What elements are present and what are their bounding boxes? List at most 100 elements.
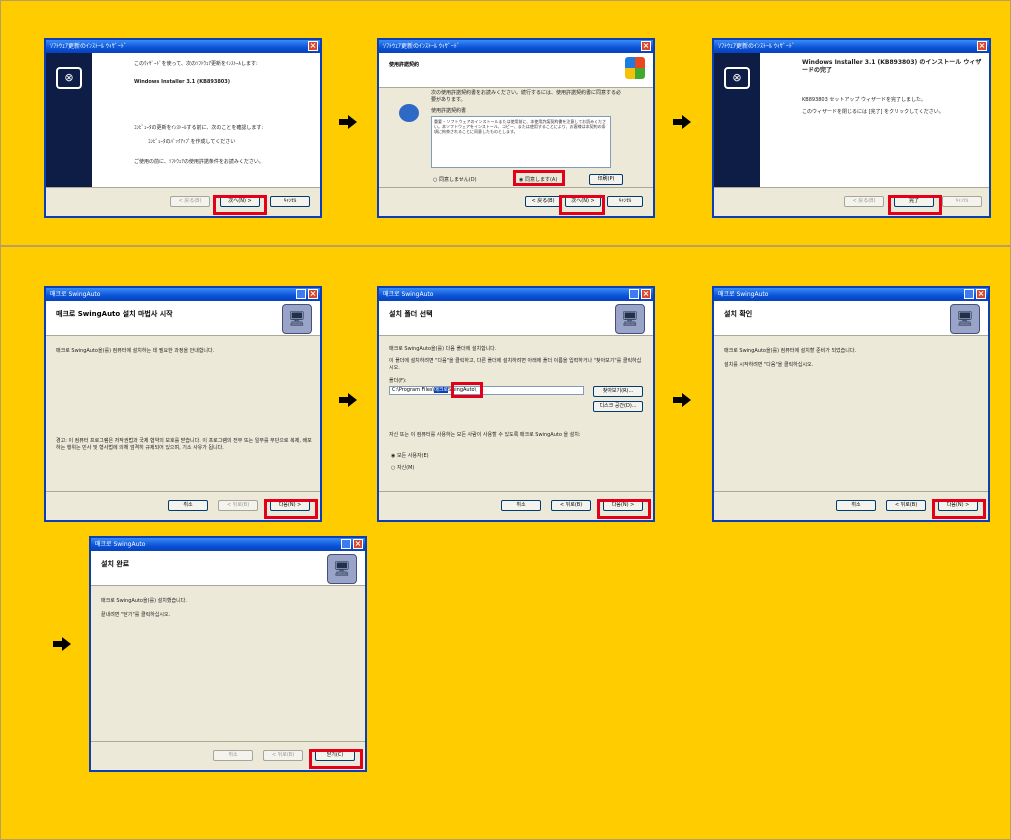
license-note: ご使用の前に、ｿﾌﾄｳｪｱの使用許諾条件をお読みください。 [134, 159, 264, 165]
back-button[interactable]: < 뒤로(B) [551, 500, 591, 511]
window-title: 매크로 SwingAuto [50, 291, 101, 298]
close-icon[interactable]: × [308, 41, 318, 51]
complete-line-2: 끝내려면 "닫기"를 클릭하십시오. [101, 612, 171, 618]
install-for-users-text: 자신 또는 이 컴퓨터를 사용하는 모든 사람이 사용할 수 있도록 매크로 S… [389, 432, 581, 438]
finish-button[interactable]: 完了 [894, 196, 934, 207]
minimize-icon[interactable] [296, 289, 306, 299]
title-bar: ｿﾌﾄｳｪｱ更新のｲﾝｽﾄｰﾙ ｳｨｻﾞｰﾄﾞ [714, 40, 989, 53]
wizard-content: Windows Installer 3.1 (KB893803) のインストール… [760, 53, 989, 188]
window-title: 매크로 SwingAuto [383, 291, 434, 298]
setup-computer-icon: 🖥 [327, 554, 357, 584]
copyright-warning: 경고: 이 컴퓨터 프로그램은 저작권법과 국제 협약의 보호를 받습니다. 이… [56, 438, 312, 451]
next-button[interactable]: 다음(N) > [270, 500, 310, 511]
installer-complete-dialog: ｿﾌﾄｳｪｱ更新のｲﾝｽﾄｰﾙ ｳｨｻﾞｰﾄﾞ × ⊗ Windows Inst… [712, 38, 991, 218]
just-me-radio[interactable]: ○ 자신(M) [391, 464, 414, 471]
print-button[interactable]: 印刷(P) [589, 174, 623, 185]
folder-label: 폴더(F): [389, 378, 407, 384]
next-step-arrow-icon [339, 115, 357, 129]
back-button[interactable]: < 戻る(B) [525, 196, 561, 207]
dialog-header: 설치 폴더 선택 🖥 [379, 301, 653, 336]
next-button[interactable]: 다음(N) > [938, 500, 978, 511]
close-icon[interactable]: × [308, 289, 318, 299]
swingauto-setup-steps-panel: 매크로 SwingAuto × 매크로 SwingAuto 설치 마법사 시작 … [0, 246, 1011, 840]
minimize-icon[interactable] [629, 289, 639, 299]
wizard-side-banner: ⊗ [46, 53, 92, 188]
button-row: < 戻る(B) 完了 ｷｬﾝｾﾙ [714, 187, 989, 216]
disk-cost-button[interactable]: 디스크 공간(D)... [593, 401, 643, 412]
installer-logo-icon: ⊗ [724, 67, 750, 89]
folder-path-prefix: C:\Program Files\ [392, 387, 435, 393]
setup-computer-icon: 🖥 [615, 304, 645, 334]
close-icon[interactable]: × [641, 289, 651, 299]
everyone-radio[interactable]: ◉ 모든 사용자(E) [391, 452, 429, 459]
cancel-button[interactable]: ｷｬﾝｾﾙ [607, 196, 643, 207]
close-icon[interactable]: × [353, 539, 363, 549]
setup-computer-icon: 🖥 [282, 304, 312, 334]
back-button[interactable]: < 뒤로(B) [886, 500, 926, 511]
cancel-button[interactable]: 취소 [501, 500, 541, 511]
back-button[interactable]: < 뒤로(B) [218, 500, 258, 511]
windows-installer-steps-panel: ｿﾌﾄｳｪｱ更新のｲﾝｽﾄｰﾙ ｳｨｻﾞｰﾄﾞ × ⊗ このｳｨｻﾞｰﾄﾞを使っ… [0, 0, 1011, 246]
minimize-icon[interactable] [341, 539, 351, 549]
wizard-side-banner: ⊗ [714, 53, 760, 188]
next-button[interactable]: 次へ(N) > [220, 196, 260, 207]
dialog-header: 설치 확인 🖥 [714, 301, 988, 336]
title-bar: 매크로 SwingAuto [91, 538, 365, 551]
cancel-button[interactable]: 취소 [168, 500, 208, 511]
completion-heading: Windows Installer 3.1 (KB893803) のインストール… [802, 59, 982, 74]
complete-line-1: 매크로 SwingAuto을(를) 설치했습니다. [101, 598, 187, 604]
windows-flag-icon [625, 57, 645, 79]
folder-path-input[interactable]: C:\Program Files\매크로SwingAuto\ [389, 386, 584, 395]
window-title: ｿﾌﾄｳｪｱ更新のｲﾝｽﾄｰﾙ ｳｨｻﾞｰﾄﾞ [383, 43, 460, 50]
wizard-content: このｳｨｻﾞｰﾄﾞを使って、次のｿﾌﾄｳｪｱ更新をｲﾝｽﾄｰﾙします: Wind… [92, 53, 320, 188]
browse-button[interactable]: 찾아보기(R)... [593, 386, 643, 397]
setup-computer-icon: 🖥 [950, 304, 980, 334]
minimize-icon[interactable] [964, 289, 974, 299]
close-icon[interactable]: × [641, 41, 651, 51]
license-text-box[interactable]: 重要 – ソフトウェアのインストールまたは使用前に、本使用許諾契約書を注意してお… [431, 116, 611, 168]
completion-line-1: KB893803 セットアップ ウィザードを完了しました。 [802, 97, 926, 103]
cancel-button[interactable]: ｷｬﾝｾﾙ [942, 196, 982, 207]
next-button[interactable]: 다음(N) > [603, 500, 643, 511]
close-icon[interactable]: × [977, 41, 987, 51]
back-button[interactable]: < 뒤로(B) [263, 750, 303, 761]
installer-welcome-dialog: ｿﾌﾄｳｪｱ更新のｲﾝｽﾄｰﾙ ｳｨｻﾞｰﾄﾞ × ⊗ このｳｨｻﾞｰﾄﾞを使っ… [44, 38, 322, 218]
cancel-button[interactable]: 취소 [836, 500, 876, 511]
window-title: ｿﾌﾄｳｪｱ更新のｲﾝｽﾄｰﾙ ｳｨｻﾞｰﾄﾞ [50, 43, 127, 50]
next-step-arrow-icon [53, 637, 71, 651]
dialog-header: 使用許諾契約 [379, 53, 653, 88]
product-name: Windows Installer 3.1 (KB893803) [134, 79, 231, 85]
header-title: 설치 폴더 선택 [389, 310, 433, 318]
license-box-title: 使用許諾契約書 [431, 108, 467, 114]
dialog-header: 설치 완료 🖥 [91, 551, 365, 586]
window-title: 매크로 SwingAuto [718, 291, 769, 298]
back-button[interactable]: < 戻る(B) [844, 196, 884, 207]
install-complete-dialog: 매크로 SwingAuto × 설치 완료 🖥 매크로 SwingAuto을(를… [89, 536, 367, 772]
close-button[interactable]: 닫기(C) [315, 750, 355, 761]
everyone-label: 모든 사용자(E) [396, 453, 429, 459]
intro-text: このｳｨｻﾞｰﾄﾞを使って、次のｿﾌﾄｳｪｱ更新をｲﾝｽﾄｰﾙします: [134, 61, 258, 67]
installer-logo-icon: ⊗ [56, 67, 82, 89]
backup-note: ｺﾝﾋﾟｭｰﾀのﾊﾞｯｸｱｯﾌﾟを作成してください [148, 139, 236, 145]
back-button[interactable]: < 戻る(B) [170, 196, 210, 207]
header-title: 使用許諾契約 [389, 62, 420, 68]
title-bar: 매크로 SwingAuto [379, 288, 653, 301]
folder-description-2: 이 폴더에 설치하려면 "다음"을 클릭하고, 다른 폴더에 설치하려면 아래에… [389, 358, 642, 371]
confirm-line-2: 설치를 시작하려면 "다음"을 클릭하십시오. [724, 362, 814, 368]
agree-radio[interactable]: ◉ 同意します(A) [519, 176, 557, 183]
next-step-arrow-icon [673, 115, 691, 129]
prerequisite-text: ｺﾝﾋﾟｭｰﾀの更新をｲﾝｽﾄｰﾙする前に、次のことを確認します: [134, 125, 264, 131]
cancel-button[interactable]: ｷｬﾝｾﾙ [270, 196, 310, 207]
license-description: 次の使用許諾契約書をお読みください。続行するには、使用許諾契約書に同意する必要が… [431, 90, 622, 103]
window-title: 매크로 SwingAuto [95, 541, 146, 548]
disagree-radio[interactable]: ○ 同意しません(D) [433, 176, 477, 183]
button-row: < 戻る(B) 次へ(N) > ｷｬﾝｾﾙ [379, 187, 653, 216]
button-row: 취소 < 뒤로(B) 닫기(C) [91, 741, 365, 770]
title-bar: ｿﾌﾄｳｪｱ更新のｲﾝｽﾄｰﾙ ｳｨｻﾞｰﾄﾞ [379, 40, 653, 53]
confirm-install-dialog: 매크로 SwingAuto × 설치 확인 🖥 매크로 SwingAuto을(를… [712, 286, 990, 522]
close-icon[interactable]: × [976, 289, 986, 299]
next-button[interactable]: 次へ(N) > [565, 196, 601, 207]
cancel-button[interactable]: 취소 [213, 750, 253, 761]
header-title: 설치 확인 [724, 310, 753, 318]
license-agreement-dialog: ｿﾌﾄｳｪｱ更新のｲﾝｽﾄｰﾙ ｳｨｻﾞｰﾄﾞ × 使用許諾契約 次の使用許諾契… [377, 38, 655, 218]
